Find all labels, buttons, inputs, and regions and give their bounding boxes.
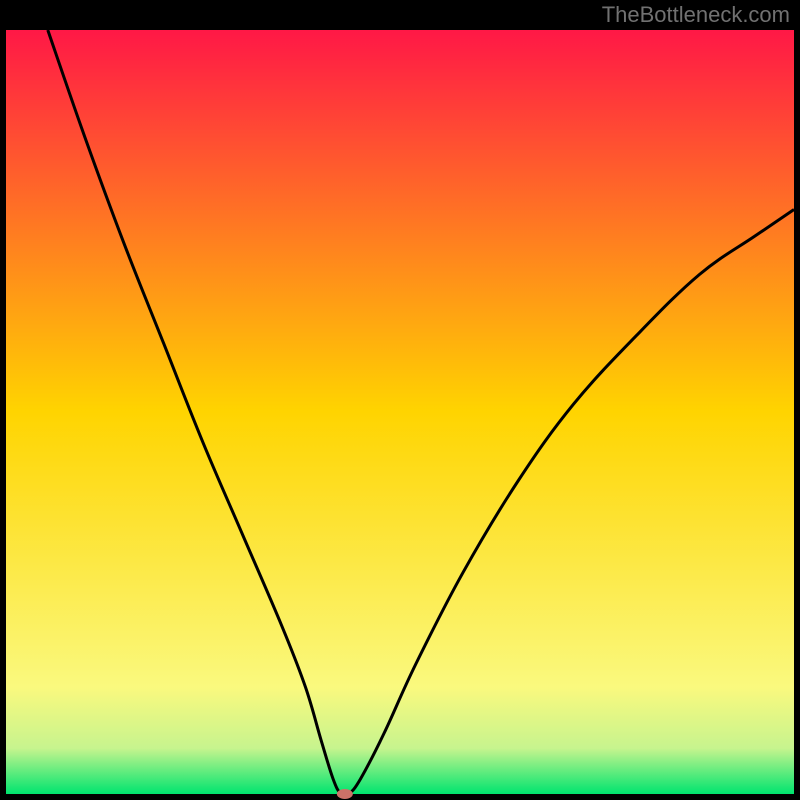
optimal-point-marker	[337, 789, 353, 799]
watermark-text: TheBottleneck.com	[602, 2, 790, 28]
plot-background	[6, 30, 794, 794]
chart-container: TheBottleneck.com	[0, 0, 800, 800]
bottleneck-chart	[0, 0, 800, 800]
